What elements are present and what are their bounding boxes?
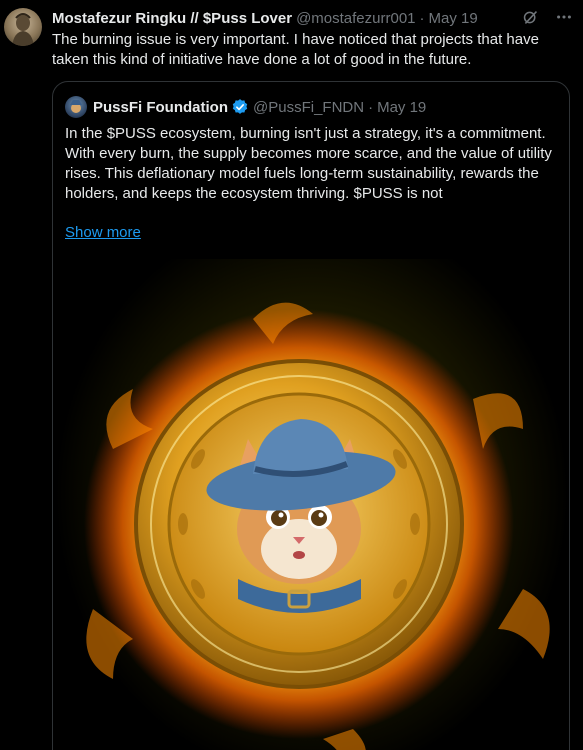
more-options-icon[interactable] [555, 8, 573, 26]
author-avatar[interactable] [4, 8, 42, 46]
verified-badge-icon [231, 98, 249, 116]
tweet-header: Mostafezur Ringku // $Puss Lover @mostaf… [52, 8, 573, 28]
quoted-date[interactable]: May 19 [377, 99, 426, 116]
tweet-date[interactable]: May 19 [429, 10, 478, 27]
tweet-actions [521, 8, 573, 26]
show-more-link[interactable]: Show more [65, 224, 141, 241]
quoted-avatar[interactable] [65, 96, 87, 118]
tweet-text: The burning issue is very important. I h… [52, 31, 539, 68]
separator: · [368, 98, 374, 116]
quoted-handle[interactable]: @PussFi_FNDN [253, 99, 364, 116]
quoted-header: PussFi Foundation @PussFi_FNDN · May 19 [65, 96, 426, 118]
separator: · [419, 9, 425, 27]
grok-icon[interactable] [521, 8, 539, 26]
quoted-media-image[interactable] [53, 259, 569, 750]
author-name[interactable]: Mostafezur Ringku // $Puss Lover [52, 10, 292, 27]
quoted-text: In the $PUSS ecosystem, burning isn't ju… [65, 125, 552, 202]
author-handle[interactable]: @mostafezurr001 [296, 10, 415, 27]
tweet[interactable]: Mostafezur Ringku // $Puss Lover @mostaf… [0, 0, 583, 750]
quoted-author-name[interactable]: PussFi Foundation [93, 99, 228, 116]
quoted-tweet[interactable]: PussFi Foundation @PussFi_FNDN · May 19 … [52, 81, 570, 750]
